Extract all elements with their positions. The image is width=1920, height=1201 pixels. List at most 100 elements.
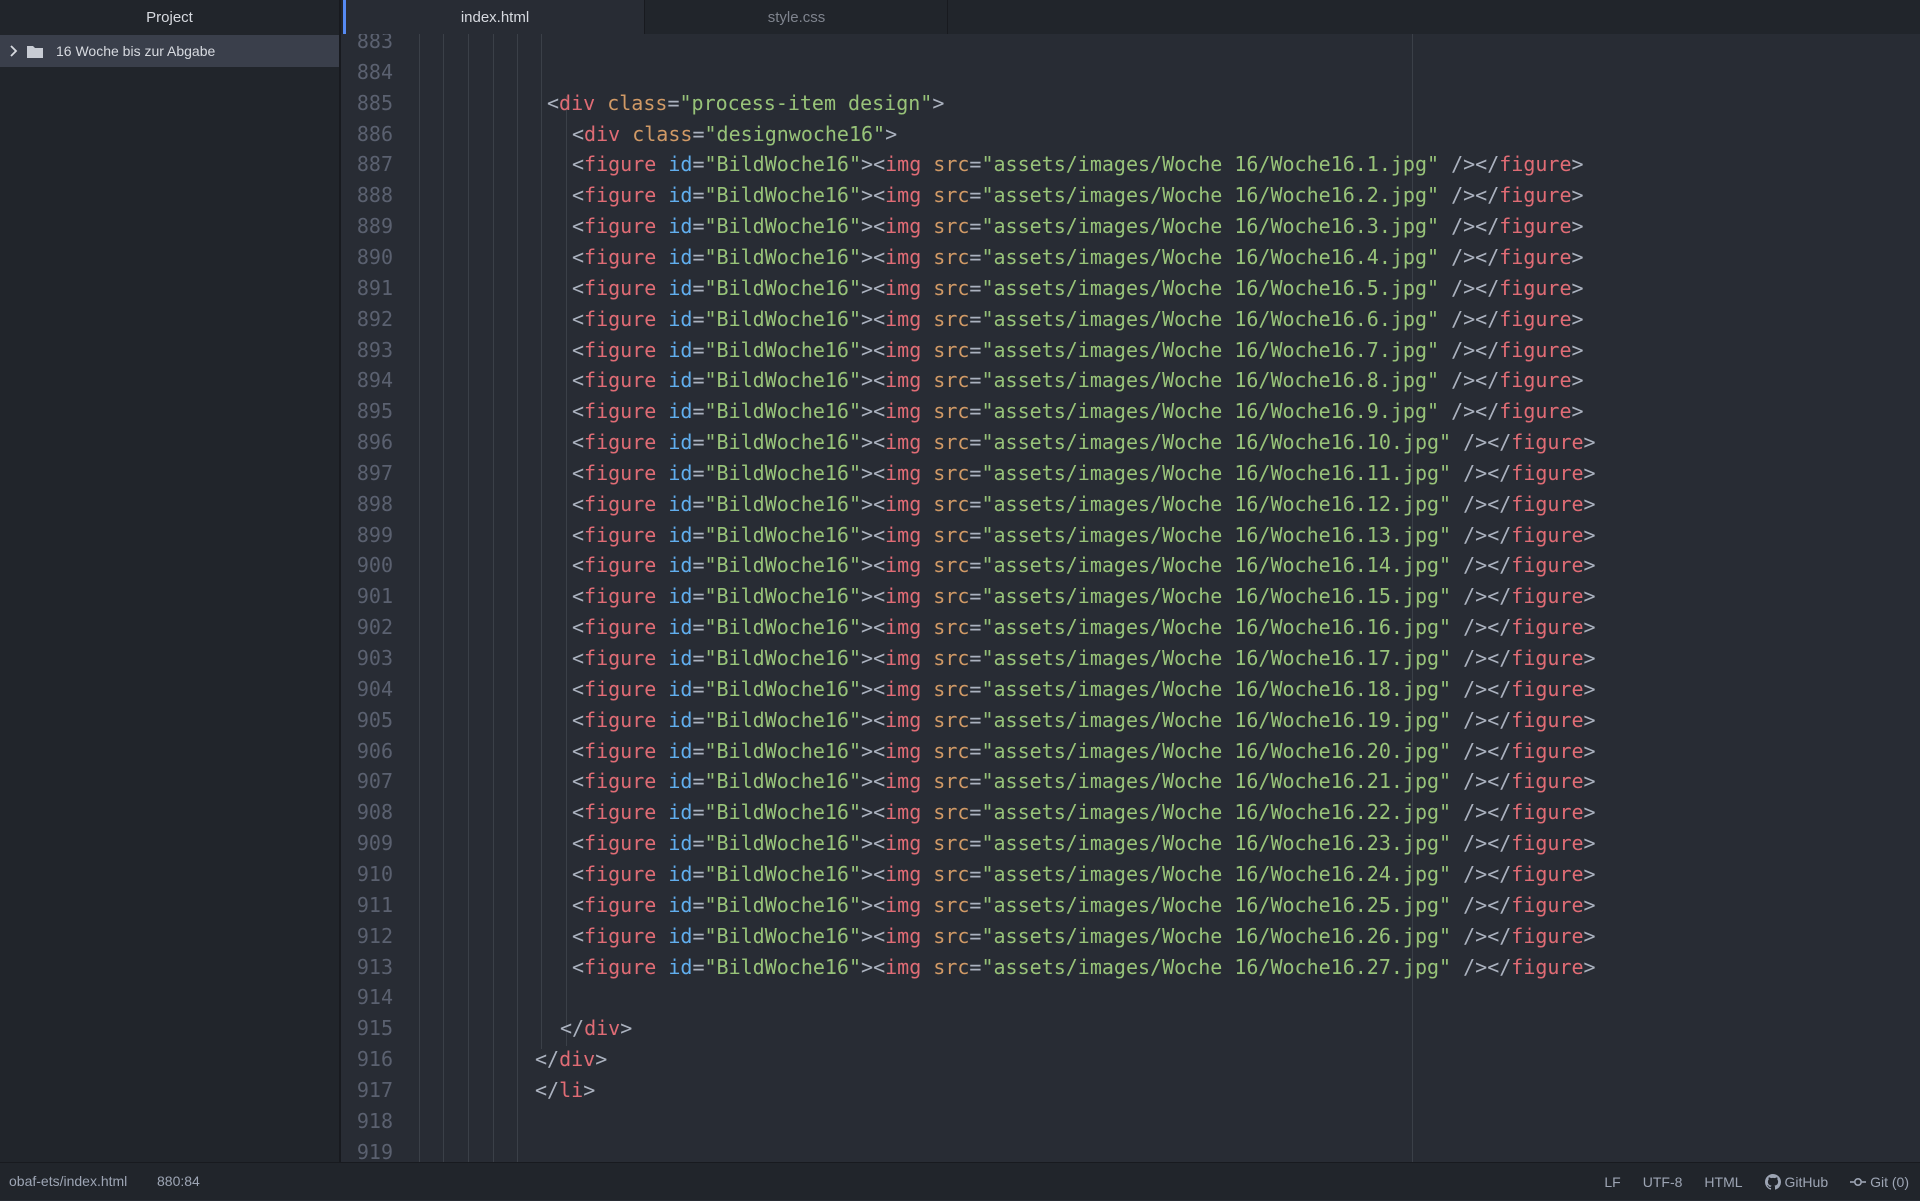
- code-line[interactable]: 899 <figure id="BildWoche16"><img src="as…: [343, 520, 1920, 551]
- code-line[interactable]: 909 <figure id="BildWoche16"><img src="as…: [343, 828, 1920, 859]
- code-line[interactable]: 895 <figure id="BildWoche16"><img src="as…: [343, 396, 1920, 427]
- code-line[interactable]: 907 <figure id="BildWoche16"><img src="as…: [343, 766, 1920, 797]
- line-number: 915: [356, 1016, 393, 1041]
- line-code: <figure id="BildWoche16"><img src="asset…: [572, 522, 1596, 547]
- line-code: <figure id="BildWoche16"><img src="asset…: [572, 923, 1596, 948]
- line-number: 911: [356, 892, 393, 917]
- code-line[interactable]: 887 <figure id="BildWoche16"><img src="as…: [343, 149, 1920, 180]
- code-line[interactable]: 904 <figure id="BildWoche16"><img src="as…: [343, 674, 1920, 705]
- line-number: 905: [356, 707, 393, 732]
- line-number: 895: [356, 399, 393, 424]
- line-code: <figure id="BildWoche16"><img src="asset…: [572, 183, 1584, 208]
- line-code: <figure id="BildWoche16"><img src="asset…: [572, 491, 1596, 516]
- status-grammar[interactable]: HTML: [1704, 1174, 1742, 1190]
- code-line[interactable]: 908 <figure id="BildWoche16"><img src="as…: [343, 797, 1920, 828]
- line-number: 887: [356, 152, 393, 177]
- line-number: 899: [356, 522, 393, 547]
- code-line[interactable]: 901 <figure id="BildWoche16"><img src="as…: [343, 581, 1920, 612]
- line-number: 901: [356, 584, 393, 609]
- git-commit-icon: [1850, 1177, 1867, 1187]
- tree-item-folder[interactable]: 16 Woche bis zur Abgabe: [0, 35, 339, 67]
- line-code: </div>: [535, 1047, 608, 1072]
- status-line-ending[interactable]: LF: [1604, 1174, 1620, 1190]
- code-line[interactable]: 891 <figure id="BildWoche16"><img src="as…: [343, 273, 1920, 304]
- chevron-right-icon[interactable]: [4, 45, 24, 57]
- code-line[interactable]: 888 <figure id="BildWoche16"><img src="as…: [343, 180, 1920, 211]
- code-line[interactable]: 910 <figure id="BildWoche16"><img src="as…: [343, 859, 1920, 890]
- code-line[interactable]: 911 <figure id="BildWoche16"><img src="as…: [343, 890, 1920, 921]
- code-line[interactable]: 917 </li>: [343, 1075, 1920, 1106]
- line-number: 886: [356, 121, 393, 146]
- code-line[interactable]: 914: [343, 982, 1920, 1013]
- code-line[interactable]: 912 <figure id="BildWoche16"><img src="as…: [343, 921, 1920, 952]
- status-bar: obaf-ets/index.html 880:84 LF UTF-8 HTML…: [0, 1162, 1920, 1200]
- tab-style-css[interactable]: style.css: [646, 0, 948, 34]
- code-line[interactable]: 900 <figure id="BildWoche16"><img src="as…: [343, 550, 1920, 581]
- line-number: 916: [356, 1047, 393, 1072]
- line-code: <div class="process-item design">: [547, 90, 945, 115]
- code-line[interactable]: 884: [343, 57, 1920, 88]
- line-code: <figure id="BildWoche16"><img src="asset…: [572, 244, 1584, 269]
- code-line[interactable]: 890 <figure id="BildWoche16"><img src="as…: [343, 242, 1920, 273]
- tab-index-html[interactable]: index.html: [343, 0, 645, 34]
- line-number: 914: [356, 985, 393, 1010]
- code-line[interactable]: 883: [343, 34, 1920, 57]
- line-code: <figure id="BildWoche16"><img src="asset…: [572, 399, 1584, 424]
- code-line[interactable]: 902 <figure id="BildWoche16"><img src="as…: [343, 612, 1920, 643]
- folder-icon: [26, 42, 48, 60]
- line-code: <figure id="BildWoche16"><img src="asset…: [572, 337, 1584, 362]
- line-code: <figure id="BildWoche16"><img src="asset…: [572, 430, 1596, 455]
- line-code: <figure id="BildWoche16"><img src="asset…: [572, 892, 1596, 917]
- tab-label: index.html: [460, 8, 530, 26]
- code-editor[interactable]: 883 884 885 <div class="process-item design…: [343, 34, 1920, 1162]
- line-code: <figure id="BildWoche16"><img src="asset…: [572, 646, 1596, 670]
- code-line[interactable]: 918: [343, 1106, 1920, 1137]
- line-code: <figure id="BildWoche16"><img src="asset…: [572, 306, 1584, 331]
- tree-item-label: 16 Woche bis zur Abgabe: [56, 43, 216, 59]
- line-number: 890: [356, 244, 393, 269]
- status-github[interactable]: GitHub: [1764, 1174, 1828, 1190]
- line-number: 912: [356, 923, 393, 948]
- code-line[interactable]: 892 <figure id="BildWoche16"><img src="as…: [343, 304, 1920, 335]
- code-line[interactable]: 898 <figure id="BildWoche16"><img src="as…: [343, 489, 1920, 520]
- code-line[interactable]: 886 <div class="designwoche16">: [343, 119, 1920, 150]
- status-encoding[interactable]: UTF-8: [1643, 1174, 1683, 1190]
- code-line[interactable]: 905 <figure id="BildWoche16"><img src="as…: [343, 705, 1920, 736]
- tab-label: style.css: [767, 8, 826, 26]
- line-number: 913: [356, 954, 393, 979]
- line-number: 909: [356, 831, 393, 856]
- line-number: 903: [356, 646, 393, 670]
- line-code: <figure id="BildWoche16"><img src="asset…: [572, 954, 1596, 979]
- line-number: 907: [356, 769, 393, 794]
- line-number: 917: [356, 1077, 393, 1102]
- code-line[interactable]: 919: [343, 1137, 1920, 1162]
- line-number: 908: [356, 800, 393, 825]
- project-tree: 16 Woche bis zur Abgabe: [0, 34, 341, 1162]
- line-number: 918: [356, 1108, 393, 1133]
- status-git[interactable]: Git (0): [1850, 1174, 1909, 1190]
- project-panel-header[interactable]: Project: [0, 0, 341, 34]
- code-line[interactable]: 897 <figure id="BildWoche16"><img src="as…: [343, 458, 1920, 489]
- status-git-label: Git (0): [1870, 1174, 1909, 1190]
- code-line[interactable]: 903 <figure id="BildWoche16"><img src="as…: [343, 643, 1920, 674]
- top-bar: Project index.html style.css: [0, 0, 1920, 34]
- code-line[interactable]: 896 <figure id="BildWoche16"><img src="as…: [343, 427, 1920, 458]
- line-code: <figure id="BildWoche16"><img src="asset…: [572, 800, 1596, 825]
- status-cursor-position[interactable]: 880:84: [157, 1163, 200, 1201]
- code-line[interactable]: 893 <figure id="BildWoche16"><img src="as…: [343, 335, 1920, 366]
- line-code: <figure id="BildWoche16"><img src="asset…: [572, 152, 1584, 177]
- code-line[interactable]: 916 </div>: [343, 1044, 1920, 1075]
- code-line[interactable]: 889 <figure id="BildWoche16"><img src="as…: [343, 211, 1920, 242]
- line-number: 897: [356, 460, 393, 485]
- line-number: 906: [356, 738, 393, 763]
- line-number: 892: [356, 306, 393, 331]
- code-line[interactable]: 915 </div>: [343, 1013, 1920, 1044]
- status-file-path[interactable]: obaf-ets/index.html: [9, 1163, 127, 1201]
- line-number: 893: [356, 337, 393, 362]
- line-number: 883: [356, 34, 393, 53]
- line-code: <figure id="BildWoche16"><img src="asset…: [572, 460, 1596, 485]
- code-line[interactable]: 885 <div class="process-item design">: [343, 88, 1920, 119]
- code-line[interactable]: 894 <figure id="BildWoche16"><img src="as…: [343, 365, 1920, 396]
- code-line[interactable]: 913 <figure id="BildWoche16"><img src="as…: [343, 952, 1920, 983]
- code-line[interactable]: 906 <figure id="BildWoche16"><img src="as…: [343, 736, 1920, 767]
